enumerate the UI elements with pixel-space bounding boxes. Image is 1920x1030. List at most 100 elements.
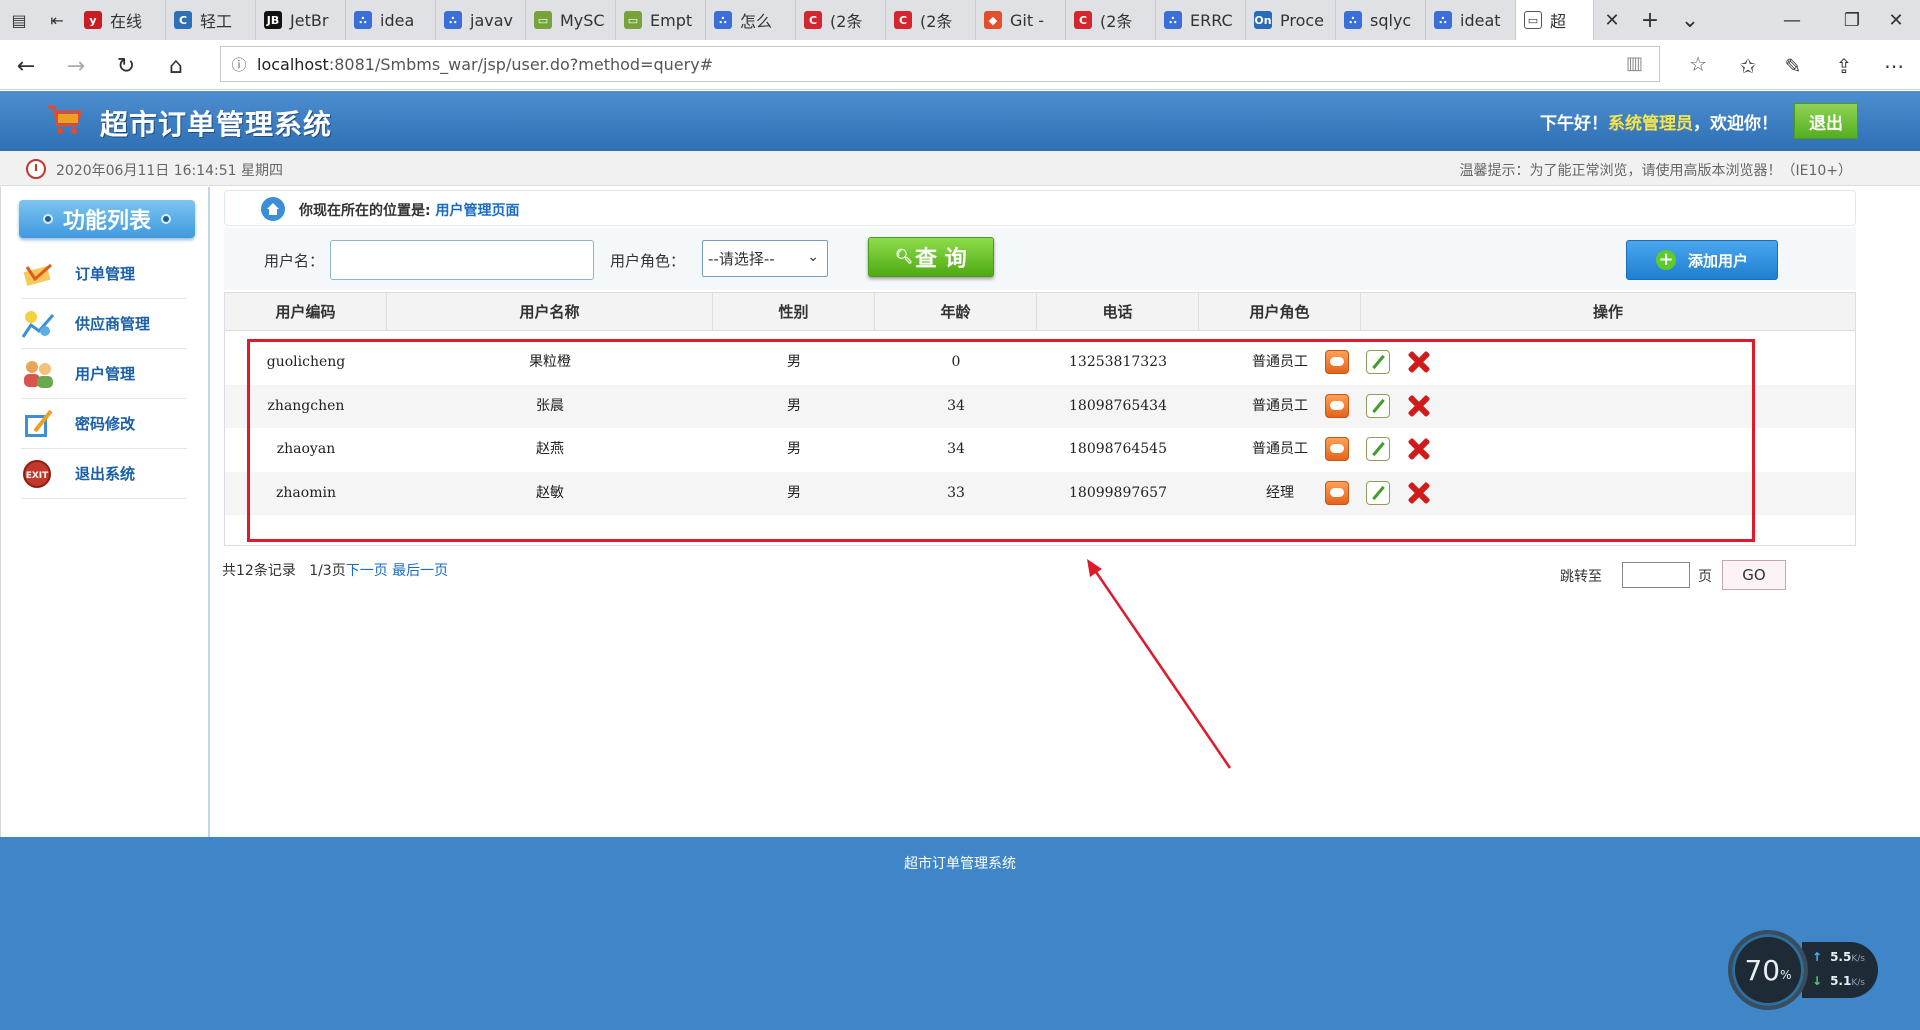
url-input[interactable]: ⓘ localhost:8081/Smbms_war/jsp/user.do?m… xyxy=(220,46,1707,82)
download-speed: ↓ 5.1K/s xyxy=(1812,974,1865,988)
breadcrumb-current[interactable]: 用户管理页面 xyxy=(435,203,519,219)
net-speed-panel: ↑ 5.5K/s ↓ 5.1K/s xyxy=(1802,942,1878,998)
browser-tip: 温馨提示：为了能正常浏览，请使用高版本浏览器！（IE10+） xyxy=(1459,163,1852,179)
sidebar-item-label: 密码修改 xyxy=(75,415,136,433)
minimize-icon[interactable]: — xyxy=(1762,0,1822,40)
browser-tab[interactable]: ∴ sqlyc xyxy=(1336,0,1426,40)
browser-tab[interactable]: JB JetBr xyxy=(256,0,346,40)
browser-tab[interactable]: C (2条 xyxy=(886,0,976,40)
role-select[interactable]: --请选择-- ⌄ xyxy=(702,240,828,277)
site-favicon-icon: C xyxy=(804,11,822,29)
chevron-down-icon[interactable]: ⌄ xyxy=(1670,0,1710,40)
site-favicon-icon: ∴ xyxy=(1344,11,1362,29)
browser-tab[interactable]: ◆ Git - xyxy=(976,0,1066,40)
close-tab-icon[interactable]: ✕ xyxy=(1594,0,1630,40)
browser-tab-label: 轻工 xyxy=(200,12,233,31)
network-speed-widget[interactable]: ↑ 5.5K/s ↓ 5.1K/s 70% xyxy=(1728,930,1878,1010)
memory-usage: 70% xyxy=(1728,930,1808,1010)
browser-tab[interactable]: ∴ 怎么 xyxy=(706,0,796,40)
footer: 超市订单管理系统 xyxy=(0,837,1920,1030)
sidebar-item-label: 用户管理 xyxy=(75,365,136,383)
browser-tab-label: idea xyxy=(380,10,415,30)
add-user-button[interactable]: + 添加用户 xyxy=(1626,240,1778,280)
site-favicon-icon: y xyxy=(84,11,102,29)
favorite-star-icon[interactable]: ☆ xyxy=(1689,52,1707,76)
site-favicon-icon: C xyxy=(894,11,912,29)
info-icon[interactable]: ⓘ xyxy=(221,54,257,75)
browser-tab[interactable]: C (2条 xyxy=(796,0,886,40)
jump-page-input[interactable] xyxy=(1622,562,1690,588)
favorites-icon[interactable]: ✩ xyxy=(1730,48,1766,84)
back-icon[interactable]: ← xyxy=(8,48,44,84)
page-indicator: 1/3页 xyxy=(309,563,346,579)
browser-tab[interactable]: ∴ ideat xyxy=(1426,0,1516,40)
reading-view-icon[interactable]: ▥ xyxy=(1626,53,1643,74)
tab-actions-icon[interactable]: ⇤ xyxy=(38,0,76,40)
site-favicon-icon: C xyxy=(1074,11,1092,29)
browser-tab-label: (2条 xyxy=(830,12,863,31)
go-button[interactable]: GO xyxy=(1722,560,1786,590)
browser-tab-label: 在线 xyxy=(110,12,143,31)
next-page-link[interactable]: 下一页 xyxy=(346,563,388,579)
query-button[interactable]: 🔍︎ 查 询 xyxy=(868,237,994,277)
menu-title-label: 功能列表 xyxy=(62,209,151,234)
page-jump: 跳转至 页 GO xyxy=(1560,560,1800,590)
password-icon xyxy=(25,409,53,437)
username-input[interactable] xyxy=(330,240,594,280)
svg-text:EXIT: EXIT xyxy=(26,471,49,481)
close-window-icon[interactable]: ✕ xyxy=(1866,0,1920,40)
url-path: :8081/Smbms_war/jsp/user.do?method=query… xyxy=(328,54,714,74)
dot-icon xyxy=(42,214,53,224)
welcome-text: ，欢迎你！ xyxy=(1693,114,1778,134)
sidebar-item-password[interactable]: 密码修改 xyxy=(21,399,187,449)
tab-active[interactable]: ▭ 超 xyxy=(1516,0,1594,40)
col-header: 操作 xyxy=(1592,303,1623,321)
pen-icon[interactable]: ✎ xyxy=(1775,48,1811,84)
sidebar-item-orders[interactable]: 订单管理 xyxy=(21,249,187,299)
app-title: 超市订单管理系统 xyxy=(100,108,333,141)
browser-tab-label: ideat xyxy=(1460,10,1501,30)
browser-tab[interactable]: ∴ ERRC xyxy=(1156,0,1246,40)
add-user-label: 添加用户 xyxy=(1687,251,1748,270)
browser-tab[interactable]: C 轻工 xyxy=(166,0,256,40)
forward-icon[interactable]: → xyxy=(58,48,94,84)
browser-tab[interactable]: C (2条 xyxy=(1066,0,1156,40)
col-header: 用户名称 xyxy=(387,293,713,331)
sidebar-item-exit[interactable]: EXIT 退出系统 xyxy=(21,449,187,499)
site-favicon-icon: ∴ xyxy=(354,11,372,29)
menu-title: 功能列表 xyxy=(19,200,195,238)
last-page-link[interactable]: 最后一页 xyxy=(392,563,448,579)
browser-tab[interactable]: ∴ javav xyxy=(436,0,526,40)
page-icon: ▭ xyxy=(1524,11,1542,29)
browser-tab[interactable]: ▭ MySC xyxy=(526,0,616,40)
footer-text: 超市订单管理系统 xyxy=(904,856,1016,872)
browser-tab[interactable]: On Proce xyxy=(1246,0,1336,40)
share-icon[interactable]: ⇪ xyxy=(1826,48,1862,84)
col-header: 用户编码 xyxy=(225,293,387,331)
home-icon[interactable]: ⌂ xyxy=(158,48,194,84)
browser-tab[interactable]: y 在线 xyxy=(76,0,166,40)
site-favicon-icon: On xyxy=(1254,11,1272,29)
jump-unit: 页 xyxy=(1698,569,1712,585)
window-menu-icon[interactable]: ▤ xyxy=(0,0,38,40)
tab-active-label: 超 xyxy=(1550,12,1567,31)
exit-icon: EXIT xyxy=(23,459,51,488)
new-tab-icon[interactable]: + xyxy=(1630,0,1670,40)
browser-tab-label: JetBr xyxy=(290,10,329,30)
datetime: 2020年06月11日 16:14:51 星期四 xyxy=(56,163,284,179)
sidebar-item-providers[interactable]: 供应商管理 xyxy=(21,299,187,349)
browser-tab[interactable]: ∴ idea xyxy=(346,0,436,40)
col-header: 电话 xyxy=(1037,293,1199,331)
site-favicon-icon: ▭ xyxy=(624,11,642,29)
sidebar-item-users[interactable]: 用户管理 xyxy=(21,349,187,399)
more-icon[interactable]: ⋯ xyxy=(1876,48,1912,84)
browser-tab-label: Empt xyxy=(650,10,693,30)
refresh-icon[interactable]: ↻ xyxy=(108,48,144,84)
browser-tab[interactable]: ▭ Empt xyxy=(616,0,706,40)
logout-button[interactable]: 退出 xyxy=(1794,103,1858,139)
info-strip: 2020年06月11日 16:14:51 星期四 温馨提示：为了能正常浏览，请使… xyxy=(0,151,1920,186)
download-arrow-icon: ↓ xyxy=(1812,974,1823,988)
site-favicon-icon: ∴ xyxy=(444,11,462,29)
browser-tab-label: (2条 xyxy=(920,12,953,31)
upload-arrow-icon: ↑ xyxy=(1812,950,1823,964)
